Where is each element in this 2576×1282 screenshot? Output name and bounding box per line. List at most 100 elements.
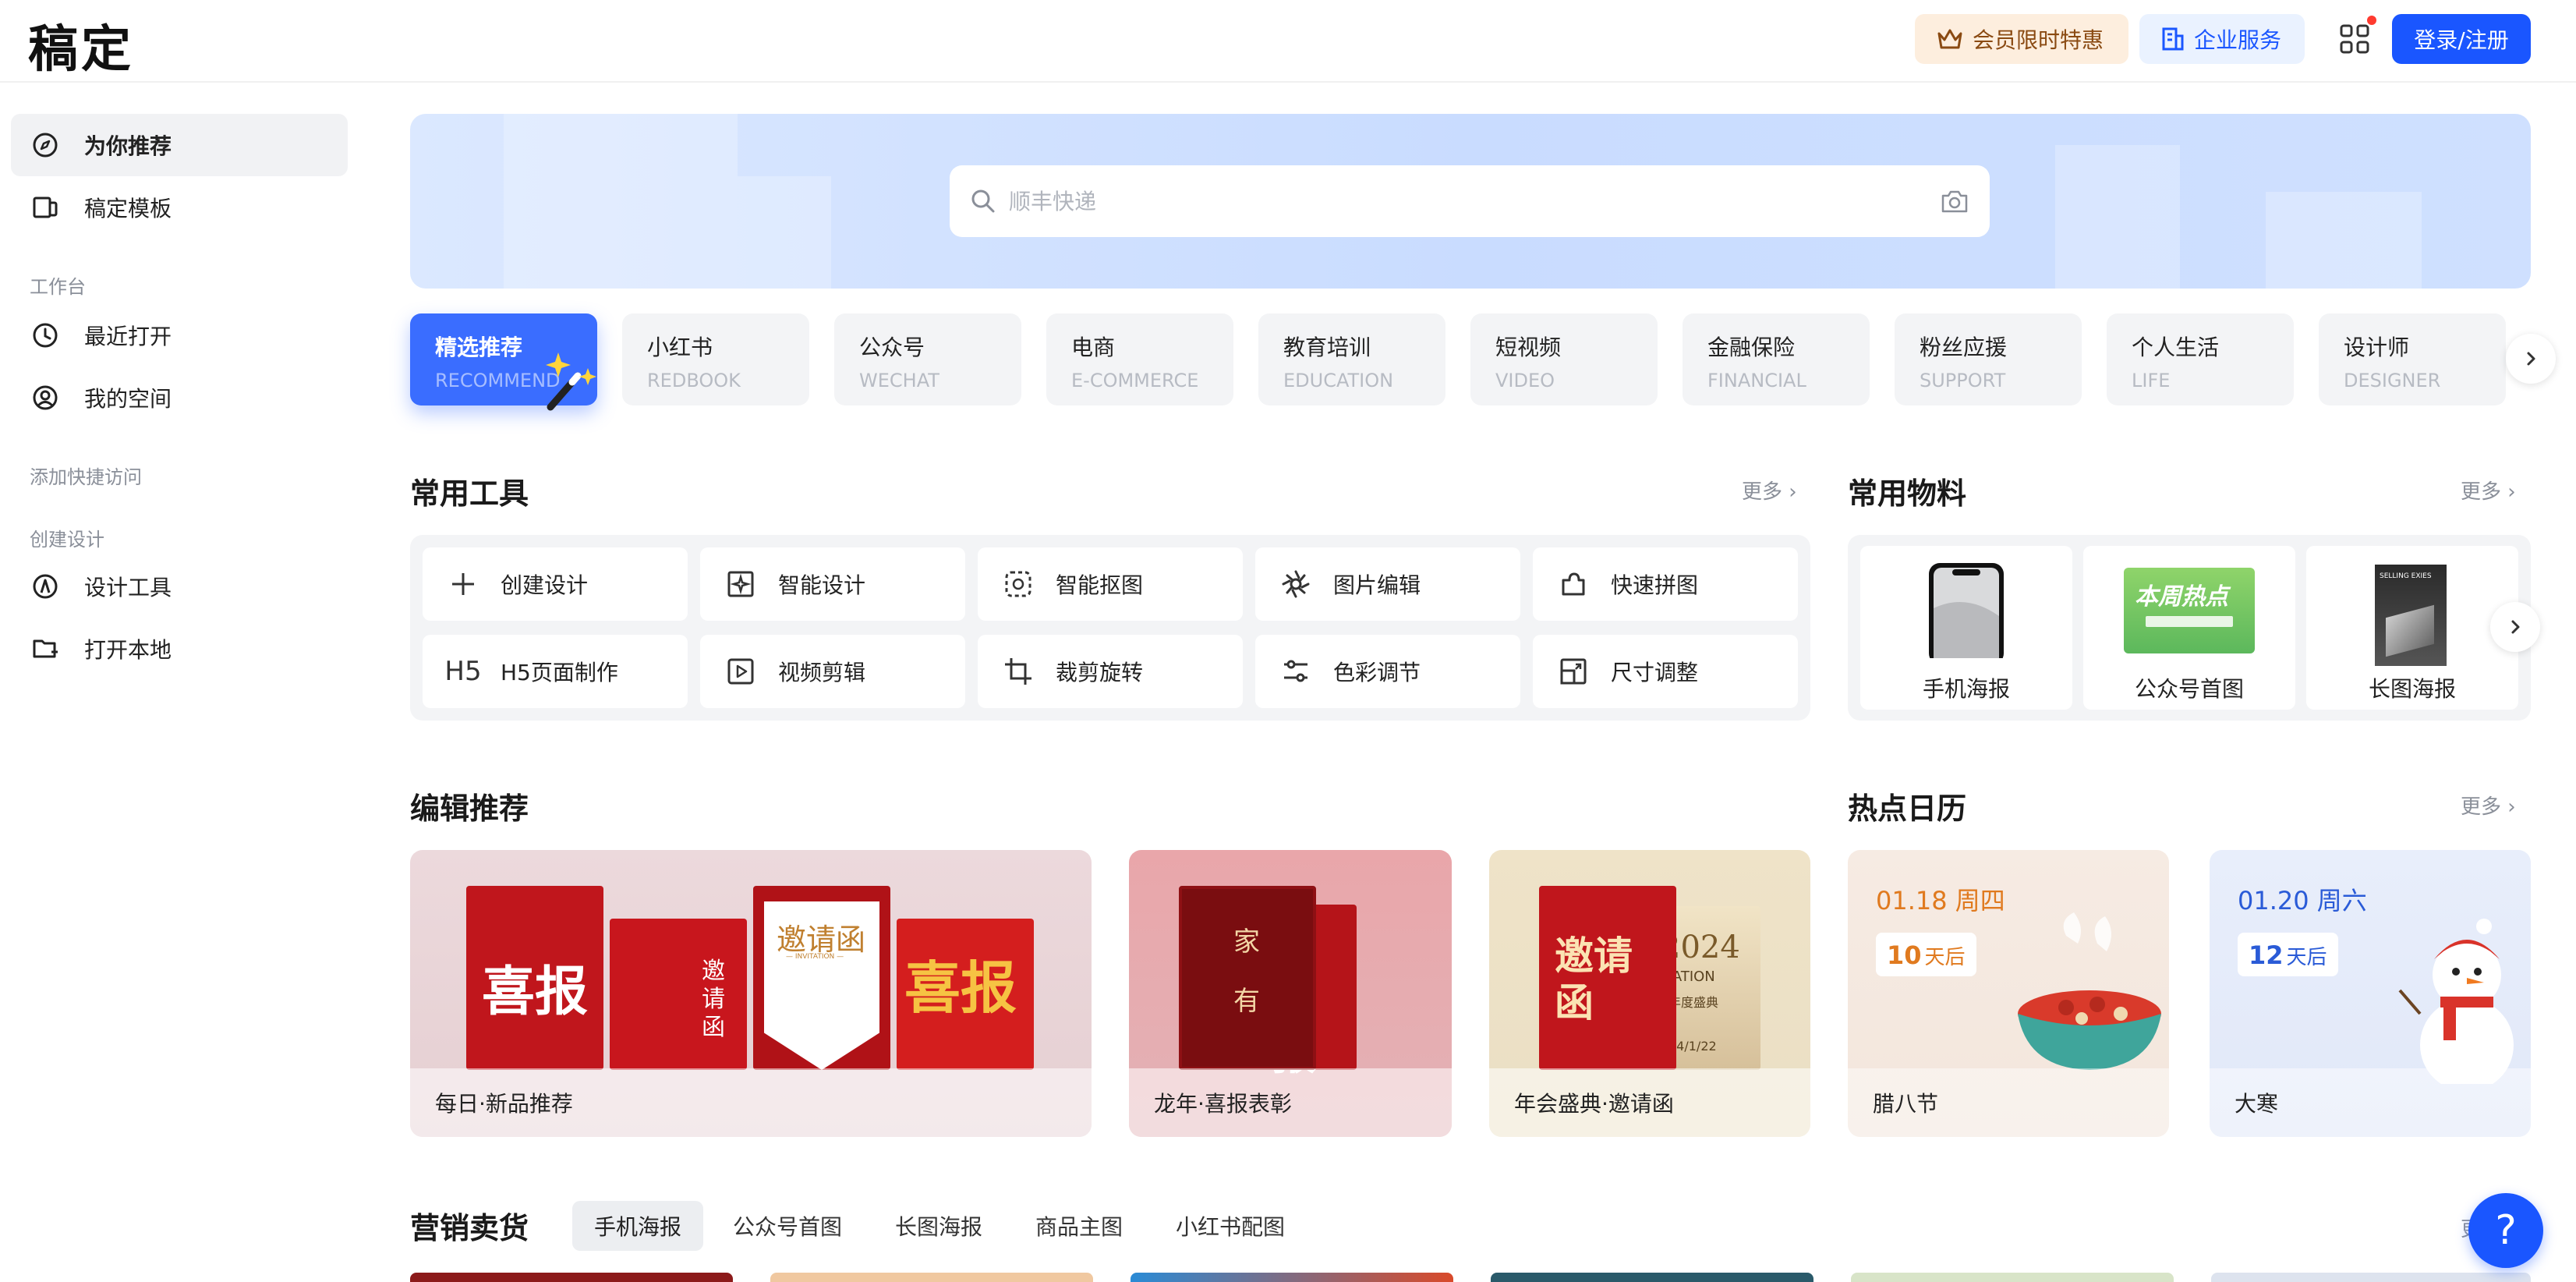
category-tab-ecommerce[interactable]: 电商 E-COMMERCE xyxy=(1046,313,1233,405)
hot-card-date: 01.18 周四 xyxy=(1876,886,2005,915)
marketing-tab-phone-poster[interactable]: 手机海报 xyxy=(572,1201,704,1251)
tool-quick-collage[interactable]: 快速拼图 xyxy=(1533,547,1798,621)
editorial-card-annual-gala[interactable]: 2024 ITATION 年度盛典 24/1/22 邀请函 年会盛典·邀请函 xyxy=(1489,850,1810,1137)
banner-decoration xyxy=(738,176,831,289)
magic-wand-icon xyxy=(546,352,596,411)
category-tab-sublabel: SUPPORT xyxy=(1920,370,2006,391)
sidebar-item-open-local[interactable]: 打开本地 xyxy=(11,618,348,680)
materials-next-button[interactable] xyxy=(2490,602,2540,652)
camera-icon[interactable] xyxy=(1940,188,1969,214)
tool-image-edit[interactable]: 图片编辑 xyxy=(1255,547,1520,621)
thumbnail-text: SELLING EXIES xyxy=(2380,572,2432,580)
ai-design-icon xyxy=(724,567,758,601)
logo[interactable]: 稿定 xyxy=(28,9,134,81)
tool-label: 色彩调节 xyxy=(1333,660,1421,685)
apps-grid-icon[interactable] xyxy=(2339,23,2370,55)
notification-dot xyxy=(2367,16,2376,25)
editorial-card-caption: 每日·新品推荐 xyxy=(410,1068,1092,1137)
category-tab-sublabel: DESIGNER xyxy=(2344,370,2441,391)
materials-more-link[interactable]: 更多 › xyxy=(2461,476,2516,505)
hot-calendar-more-link[interactable]: 更多 › xyxy=(2461,791,2516,820)
building-icon xyxy=(2162,27,2184,51)
marketing-tab-product-image[interactable]: 商品主图 xyxy=(1014,1201,1145,1251)
marketing-tab-wechat-cover[interactable]: 公众号首图 xyxy=(711,1201,864,1251)
category-tab-wechat[interactable]: 公众号 WECHAT xyxy=(834,313,1021,405)
tool-label: 快速拼图 xyxy=(1611,572,1699,598)
material-phone-poster[interactable]: 手机海报 xyxy=(1860,546,2072,710)
marketing-card-peek[interactable] xyxy=(1131,1273,1453,1282)
tools-more-link[interactable]: 更多 › xyxy=(1742,476,1797,505)
category-tab-label: 电商 xyxy=(1071,335,1116,360)
category-tab-label: 公众号 xyxy=(859,335,925,360)
tool-video-edit[interactable]: 视频剪辑 xyxy=(700,635,965,708)
sidebar-item-label: 为你推荐 xyxy=(84,133,172,159)
category-tab-label: 粉丝应援 xyxy=(1920,335,2008,360)
materials-section-title: 常用物料 xyxy=(1848,476,1967,511)
category-tab-life[interactable]: 个人生活 LIFE xyxy=(2107,313,2294,405)
marketing-card-peek[interactable] xyxy=(1851,1273,2174,1282)
tool-color-adjust[interactable]: 色彩调节 xyxy=(1255,635,1520,708)
hot-card-dahan[interactable]: 01.20 周六 12 天后 大寒 xyxy=(2210,850,2531,1137)
marketing-card-peek[interactable] xyxy=(410,1273,733,1282)
marketing-card-peek[interactable] xyxy=(770,1273,1093,1282)
poster-thumbnail: 邀 请 函 xyxy=(610,919,747,1070)
tool-h5-page[interactable]: H5 H5页面制作 xyxy=(423,635,688,708)
tool-crop-rotate[interactable]: 裁剪旋转 xyxy=(978,635,1243,708)
banner-decoration xyxy=(2266,192,2422,289)
tool-resize[interactable]: 尺寸调整 xyxy=(1533,635,1798,708)
category-tab-support[interactable]: 粉丝应援 SUPPORT xyxy=(1895,313,2082,405)
category-tab-designer[interactable]: 设计师 DESIGNER xyxy=(2319,313,2506,405)
materials-panel: 手机海报 本周热点 公众号首图 SELLING EXIES 长图海报 xyxy=(1848,535,2531,721)
poster-thumbnail: 邀请函 xyxy=(1539,886,1676,1070)
category-tab-sublabel: EDUCATION xyxy=(1283,370,1394,391)
tool-smart-cutout[interactable]: 智能抠图 xyxy=(978,547,1243,621)
category-tab-video[interactable]: 短视频 VIDEO xyxy=(1470,313,1658,405)
crown-icon xyxy=(1937,29,1962,49)
marketing-card-peek[interactable] xyxy=(2211,1273,2531,1282)
help-button[interactable]: ? xyxy=(2468,1193,2543,1268)
sidebar-item-recommend[interactable]: 为你推荐 xyxy=(11,114,348,176)
pen-tool-icon xyxy=(30,571,61,602)
thumbnail-bar xyxy=(2386,604,2434,657)
vip-promo-label: 会员限时特惠 xyxy=(1973,27,2104,53)
marketing-tab-long-poster[interactable]: 长图海报 xyxy=(873,1201,1004,1251)
tool-create-design[interactable]: 创建设计 xyxy=(423,547,688,621)
vip-promo-button[interactable]: 会员限时特惠 xyxy=(1915,14,2128,64)
category-tab-label: 教育培训 xyxy=(1283,335,1371,360)
poster-text: 邀 请 函 xyxy=(702,958,725,1041)
editorial-card-dragon-award[interactable]: 喜报 家 有 龙年·喜报表彰 xyxy=(1129,850,1452,1137)
enterprise-service-button[interactable]: 企业服务 xyxy=(2139,14,2305,64)
marketing-card-peek[interactable] xyxy=(1491,1273,1813,1282)
sidebar-item-label: 打开本地 xyxy=(84,637,172,663)
material-long-poster[interactable]: SELLING EXIES 长图海报 xyxy=(2306,546,2518,710)
material-wechat-cover[interactable]: 本周热点 公众号首图 xyxy=(2083,546,2295,710)
category-tab-financial[interactable]: 金融保险 FINANCIAL xyxy=(1683,313,1870,405)
login-register-button[interactable]: 登录/注册 xyxy=(2392,14,2531,64)
chevron-right-icon xyxy=(2511,620,2520,634)
category-tab-recommend[interactable]: 精选推荐 RECOMMEND xyxy=(410,313,597,411)
tool-ai-design[interactable]: 智能设计 xyxy=(700,547,965,621)
search-bar[interactable] xyxy=(950,165,1990,237)
category-tab-redbook[interactable]: 小红书 REDBOOK xyxy=(622,313,809,405)
poster-thumbnail: 家 有 xyxy=(1179,886,1316,1070)
sidebar-section-quick-access[interactable]: 添加快捷访问 xyxy=(30,462,142,489)
category-tab-sublabel: E-COMMERCE xyxy=(1071,370,1199,391)
sidebar-item-my-space[interactable]: 我的空间 xyxy=(11,367,348,429)
poster-thumbnail: 喜报 xyxy=(897,919,1034,1070)
category-next-button[interactable] xyxy=(2506,334,2556,384)
poster-thumbnail: 邀请函 — INVITATION — xyxy=(753,886,890,1070)
hot-card-laba[interactable]: 01.18 周四 10 天后 腊八节 xyxy=(1848,850,2169,1137)
editorial-card-daily-new[interactable]: 喜报 邀 请 函 邀请函 — INVITATION — 喜报 每日·新品推荐 xyxy=(410,850,1092,1137)
sidebar-item-templates[interactable]: 稿定模板 xyxy=(11,176,348,239)
countdown-number: 12 xyxy=(2249,940,2284,970)
tool-label: H5页面制作 xyxy=(501,660,618,685)
category-tab-education[interactable]: 教育培训 EDUCATION xyxy=(1258,313,1445,405)
sidebar-item-design-tools[interactable]: 设计工具 xyxy=(11,555,348,618)
hot-calendar-section-title: 热点日历 xyxy=(1848,792,1967,826)
sidebar-item-recent[interactable]: 最近打开 xyxy=(11,304,348,367)
more-label: 更多 xyxy=(2461,480,2502,504)
search-input[interactable] xyxy=(1009,188,1940,214)
poster-text: 邀请函 xyxy=(1555,933,1633,1025)
h5-icon: H5 xyxy=(444,656,482,687)
marketing-tab-redbook-image[interactable]: 小红书配图 xyxy=(1154,1201,1307,1251)
